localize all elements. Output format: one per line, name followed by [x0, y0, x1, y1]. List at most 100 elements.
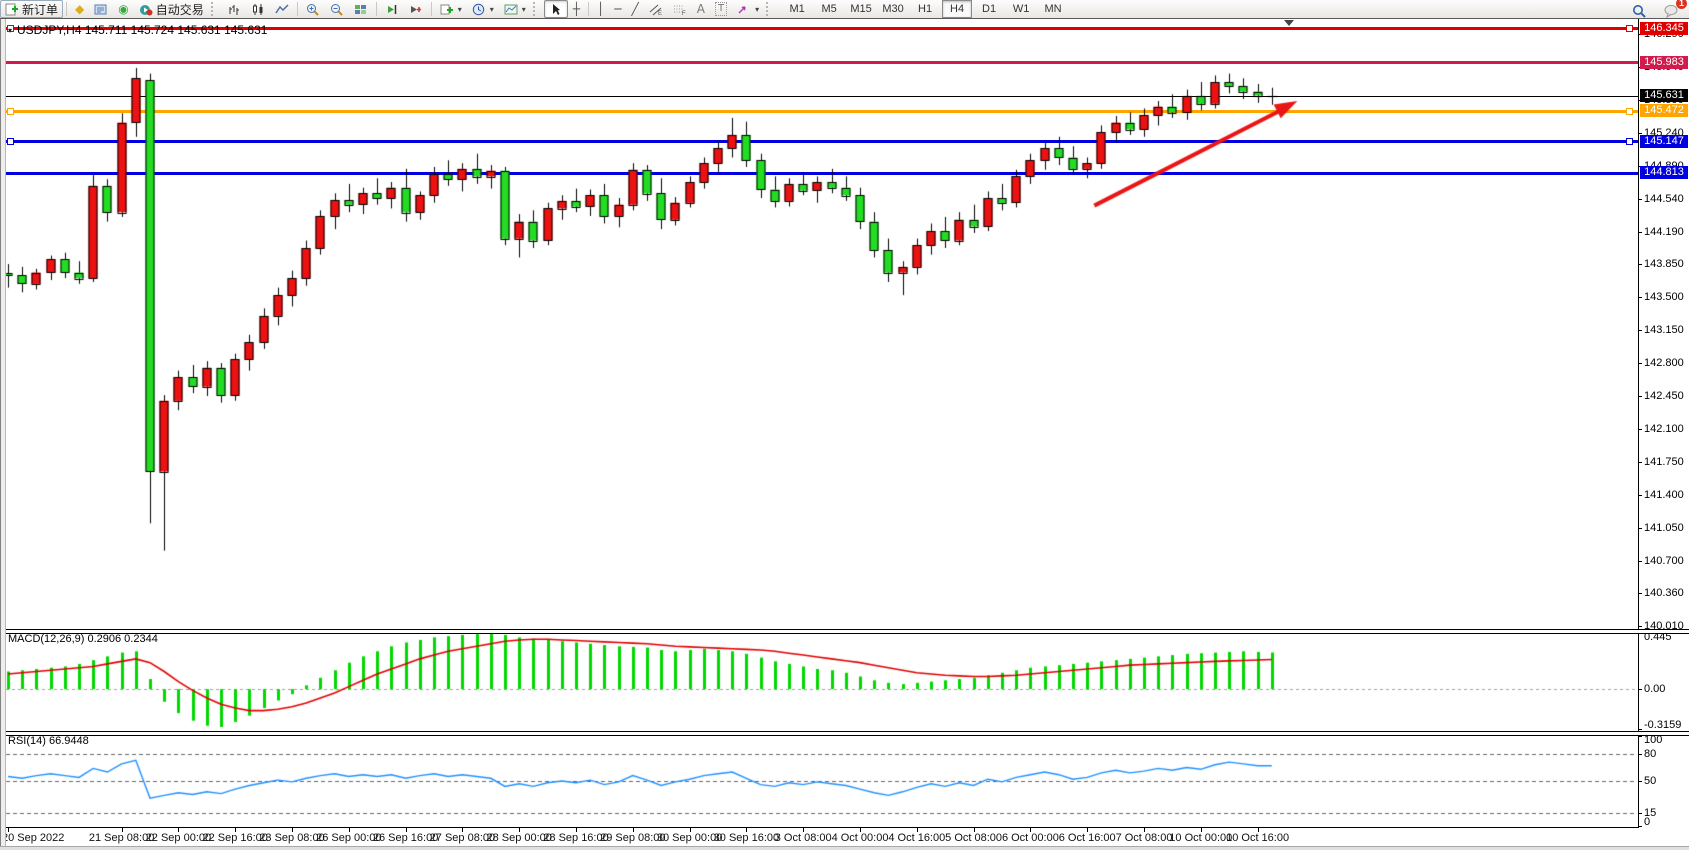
line-chart-icon: [275, 3, 289, 16]
dropdown-caret: ▾: [490, 5, 494, 14]
chart-title-text: USDJPY,H4 145.711 145.724 145.631 145.63…: [17, 23, 267, 37]
time-axis-label: 10 Oct 16:00: [1226, 832, 1289, 844]
new-order-button[interactable]: 新订单: [0, 0, 63, 18]
time-axis-label: 6 Oct 16:00: [1059, 832, 1116, 844]
price-tick-mark: [1638, 232, 1642, 233]
tile-windows-button[interactable]: [349, 0, 373, 18]
horizontal-line-button[interactable]: ─: [609, 0, 626, 18]
chart-window: ▾ USDJPY,H4 145.711 145.724 145.631 145.…: [0, 19, 1689, 850]
toolbar-grip: [211, 2, 220, 16]
timeframe-button-d1[interactable]: D1: [974, 0, 1004, 18]
auto-trading-button[interactable]: 自动交易: [134, 0, 209, 18]
periods-button[interactable]: ▾: [467, 0, 499, 18]
dropdown-caret: ▾: [755, 5, 759, 14]
price-chart-canvas[interactable]: [0, 19, 1689, 850]
toolbar: 新订单 ◆ ◉ 自动交易: [0, 0, 1689, 19]
time-axis-label: 3 Oct 08:00: [775, 832, 832, 844]
rsi-axis-label-tick: [1638, 813, 1642, 814]
text-label-button[interactable]: T: [710, 0, 732, 18]
indicators-button[interactable]: ▾: [435, 0, 467, 18]
templates-button[interactable]: ▾: [499, 0, 531, 18]
dropdown-caret: ▾: [458, 5, 462, 14]
auto-scroll-icon: [385, 3, 399, 16]
price-tick-label: 142.100: [1644, 423, 1684, 435]
auto-scroll-button[interactable]: [380, 0, 404, 18]
search-button[interactable]: [1627, 1, 1651, 19]
time-tick-mark: [1258, 828, 1259, 832]
pane-divider[interactable]: [0, 731, 1689, 736]
window-left-edge: [0, 19, 6, 850]
vertical-line-icon: │: [597, 3, 604, 15]
time-axis-label: 27 Sep 08:00: [430, 832, 495, 844]
chart-shift-marker[interactable]: [1284, 20, 1294, 26]
time-axis-label: 7 Oct 08:00: [1116, 832, 1173, 844]
zoom-in-button[interactable]: [301, 0, 325, 18]
search-icon: [1632, 4, 1646, 17]
horizontal-line-icon: ─: [614, 3, 621, 15]
chart-shift-button[interactable]: [404, 0, 428, 18]
timeframe-button-h1[interactable]: H1: [910, 0, 940, 18]
rsi-pane-border: [5, 827, 1639, 828]
time-axis-label: 30 Sep 00:00: [657, 832, 722, 844]
time-tick-mark: [235, 828, 236, 832]
time-axis-label: 4 Oct 00:00: [832, 832, 889, 844]
candlestick-chart-button[interactable]: [246, 0, 270, 18]
separator: [376, 2, 377, 16]
zoom-out-button[interactable]: [325, 0, 349, 18]
price-tick-mark: [1638, 429, 1642, 430]
time-tick-mark: [1144, 828, 1145, 832]
timeframe-button-h4[interactable]: H4: [942, 0, 972, 18]
time-tick-mark: [860, 828, 861, 832]
toolbar-grip: [766, 2, 775, 16]
timeframe-button-m1[interactable]: M1: [782, 0, 812, 18]
rsi-axis-label-tick: [1638, 754, 1642, 755]
trendline-button[interactable]: ╱: [627, 0, 644, 18]
macd-label: MACD(12,26,9) 0.2906 0.2344: [8, 633, 158, 645]
cursor-button[interactable]: [544, 0, 568, 18]
tile-windows-icon: [354, 3, 368, 16]
price-tick-label: 140.700: [1644, 555, 1684, 567]
notifications-button[interactable]: 1: [1659, 1, 1683, 19]
chart-title: ▾ USDJPY,H4 145.711 145.724 145.631 145.…: [8, 23, 267, 37]
time-axis-label: 22 Sep 00:00: [146, 832, 211, 844]
market-watch-button[interactable]: ◆: [70, 0, 89, 18]
templates-icon: [504, 3, 518, 16]
channel-button[interactable]: E: [644, 0, 668, 18]
time-tick-mark: [178, 828, 179, 832]
timeframe-button-m5[interactable]: M5: [814, 0, 844, 18]
timeframe-button-m30[interactable]: M30: [878, 0, 908, 18]
arrows-tool-button[interactable]: ▾: [732, 0, 764, 18]
crosshair-icon: ┼: [573, 3, 580, 15]
rsi-axis-label: 50: [1644, 775, 1656, 787]
text-tool-button[interactable]: A: [692, 0, 710, 18]
time-axis-label: 20 Sep 2022: [2, 832, 64, 844]
timeframe-button-m15[interactable]: M15: [846, 0, 876, 18]
bar-chart-button[interactable]: [222, 0, 246, 18]
timeframe-button-mn[interactable]: MN: [1038, 0, 1068, 18]
price-tick-mark: [1638, 297, 1642, 298]
auto-trading-icon: [139, 3, 153, 16]
trendline-icon: ╱: [632, 3, 639, 15]
vertical-line-button[interactable]: │: [592, 0, 609, 18]
pane-divider[interactable]: [0, 629, 1689, 634]
price-tick-mark: [1638, 264, 1642, 265]
price-level-badge-145.983: 145.983: [1640, 56, 1688, 69]
separator: [66, 2, 67, 16]
price-level-badge-145.472: 145.472: [1640, 104, 1688, 117]
time-tick-mark: [1087, 828, 1088, 832]
price-axis-line: [1638, 19, 1639, 827]
signals-button[interactable]: ◉: [113, 0, 133, 18]
line-chart-button[interactable]: [270, 0, 294, 18]
signals-icon: ◉: [118, 3, 128, 15]
notification-badge: 1: [1676, 0, 1687, 9]
data-window-button[interactable]: [89, 0, 113, 18]
timeframe-button-w1[interactable]: W1: [1006, 0, 1036, 18]
crosshair-button[interactable]: ┼: [568, 0, 585, 18]
time-tick-mark: [462, 828, 463, 832]
time-tick-mark: [803, 828, 804, 832]
time-tick-mark: [1201, 828, 1202, 832]
chart-marker-icon: ▾: [8, 26, 12, 35]
toolbar-grip: [533, 2, 542, 16]
time-axis-label: 23 Sep 08:00: [259, 832, 324, 844]
fibonacci-button[interactable]: F: [668, 0, 692, 18]
